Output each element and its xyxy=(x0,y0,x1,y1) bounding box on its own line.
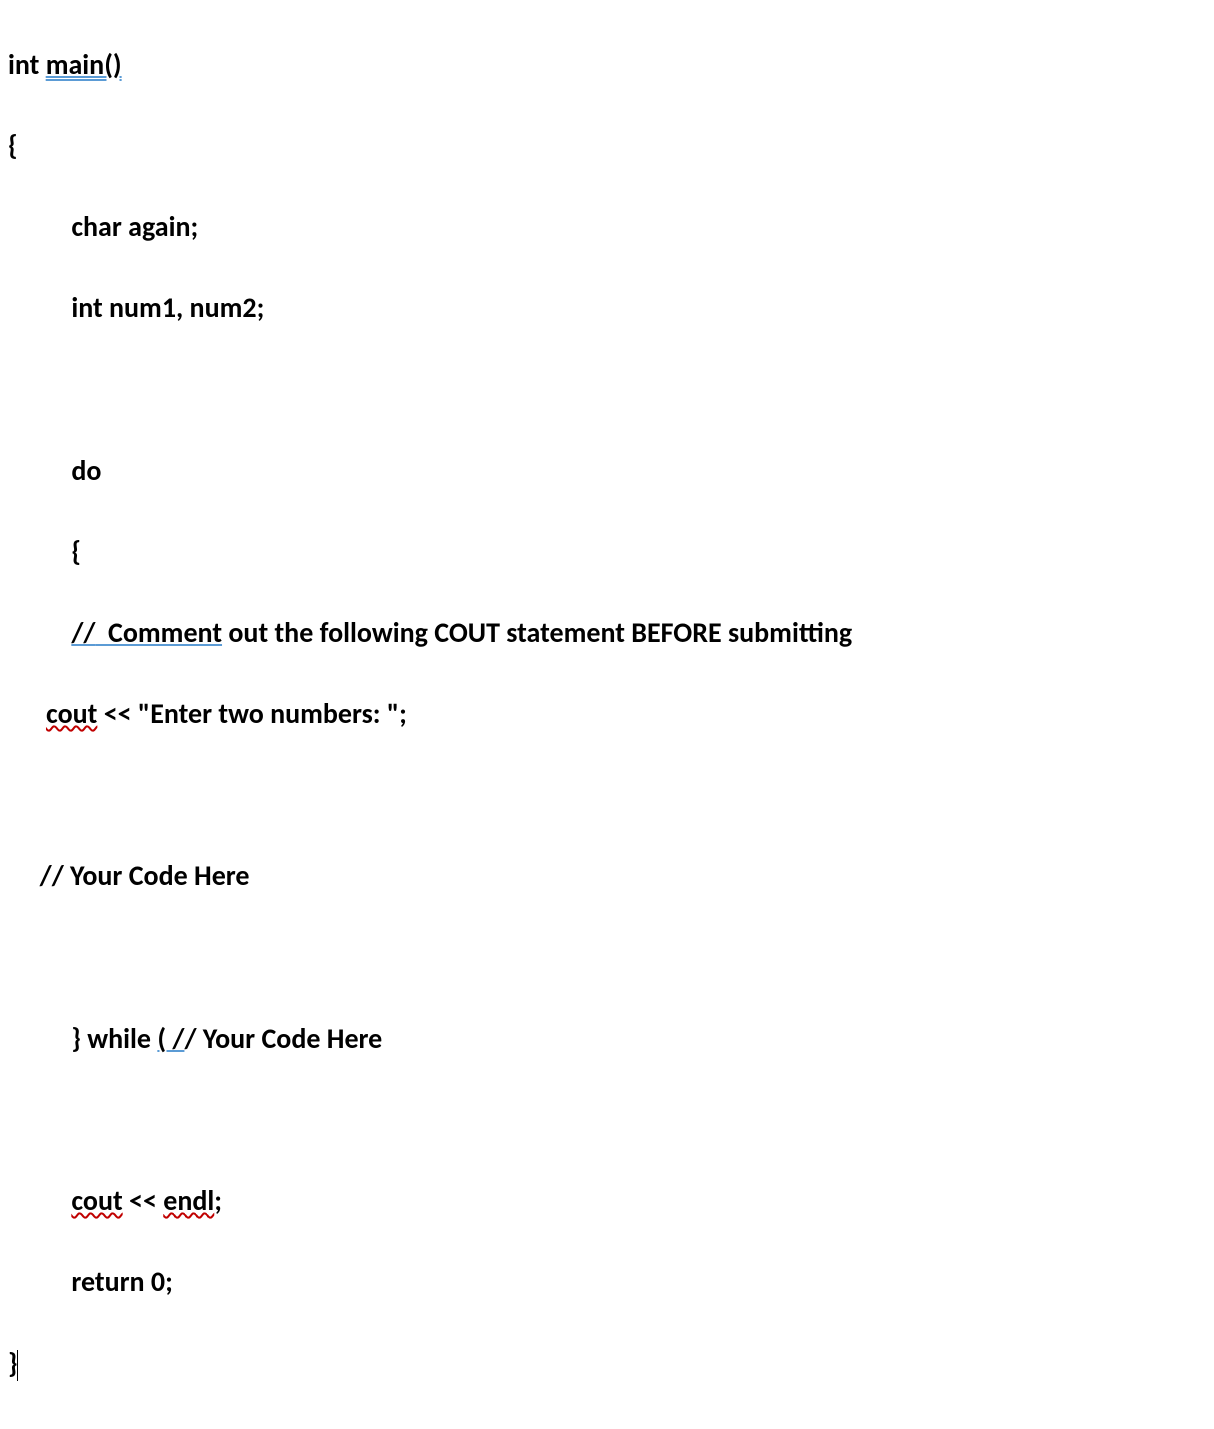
line-7: // Comment out the following COUT statem… xyxy=(8,613,1206,654)
comment-slash: // xyxy=(71,615,95,650)
blank-3 xyxy=(8,938,1206,979)
kw-int: int xyxy=(8,47,46,82)
line-13: } xyxy=(8,1344,1206,1385)
code-block: int main() { char again; int num1, num2;… xyxy=(8,4,1206,1425)
arrows: << xyxy=(123,1183,164,1218)
cout-rest: << "Enter two numbers: "; xyxy=(97,696,407,731)
semi: ; xyxy=(214,1183,222,1218)
blank-1 xyxy=(8,369,1206,410)
brace-open-inner: { xyxy=(71,534,81,569)
brace-open: { xyxy=(8,128,18,163)
line-6: { xyxy=(8,532,1206,573)
while-rest: / Your Code Here xyxy=(184,1021,382,1056)
decl-int: int num1, num2; xyxy=(71,290,264,325)
line-9: // Your Code Here xyxy=(8,856,1206,897)
line-8: cout << "Enter two numbers: "; xyxy=(8,694,1206,735)
while-paren: ( / xyxy=(157,1021,184,1056)
blank-4 xyxy=(8,1100,1206,1141)
return: return 0; xyxy=(71,1264,173,1299)
while-part1: } while xyxy=(71,1021,157,1056)
comment-rest: out the following COUT statement BEFORE … xyxy=(222,615,852,650)
decl-char: char again; xyxy=(71,209,198,244)
line-3: char again; xyxy=(8,207,1206,248)
line-12: return 0; xyxy=(8,1262,1206,1303)
cout-1: cout xyxy=(46,696,97,731)
line-5: do xyxy=(8,451,1206,492)
endl: endl xyxy=(163,1183,214,1218)
line-10: } while ( // Your Code Here xyxy=(8,1019,1206,1060)
line-1: int main() xyxy=(8,45,1206,86)
blank-2 xyxy=(8,775,1206,816)
comment-word: Comment xyxy=(95,615,222,650)
line-11: cout << endl; xyxy=(8,1181,1206,1222)
your-code-1: // Your Code Here xyxy=(40,858,250,893)
text-cursor xyxy=(17,1350,18,1381)
cout-2: cout xyxy=(71,1183,122,1218)
kw-do: do xyxy=(71,453,101,488)
fn-main: main() xyxy=(46,47,122,82)
line-2: { xyxy=(8,126,1206,167)
line-4: int num1, num2; xyxy=(8,288,1206,329)
